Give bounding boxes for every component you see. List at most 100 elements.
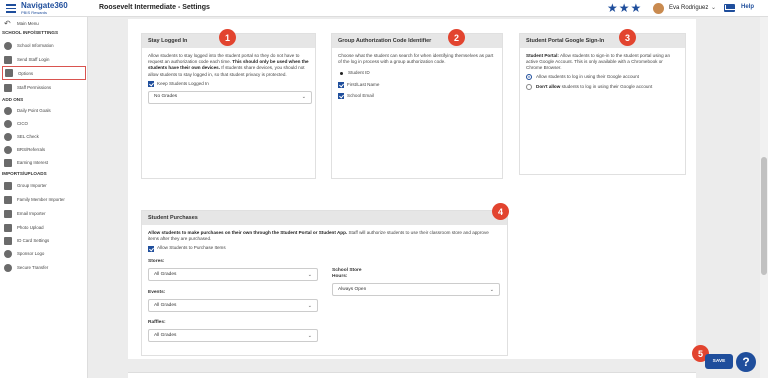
stores-select[interactable]: All Grades ⌄ xyxy=(148,268,318,282)
allow-purchase-checkbox[interactable]: Allow Students to Purchase Items xyxy=(148,245,501,252)
page-title: Roosevelt Intermediate - Settings xyxy=(99,4,210,11)
option-student-id[interactable]: Student ID xyxy=(338,70,496,76)
sidebar-item-cico[interactable]: CICO xyxy=(0,118,88,129)
step-badge-3: 3 xyxy=(619,29,636,46)
chevron-down-icon[interactable]: ⌄ xyxy=(711,4,716,11)
sidebar-item-label: Earning Interest xyxy=(17,160,48,165)
option-school-email[interactable]: School Email xyxy=(338,93,496,99)
card-title: Student Portal Google Sign-In xyxy=(520,34,685,48)
checkbox-checked-icon[interactable] xyxy=(148,245,154,252)
footer-strip xyxy=(128,372,696,378)
scrollbar[interactable] xyxy=(760,17,768,378)
sidebar-item-label: Main Menu xyxy=(17,21,39,26)
checkbox-checked-icon[interactable] xyxy=(148,80,154,87)
user-name[interactable]: Eva Rodriguez xyxy=(669,5,708,11)
checkbox-checked-icon[interactable] xyxy=(338,92,344,99)
settings-content: Stay Logged In Allow students to stay lo… xyxy=(128,19,696,359)
email-icon xyxy=(4,209,12,218)
transfer-icon xyxy=(4,263,12,272)
checkbox-label: Keep Students Logged In xyxy=(157,80,209,86)
sidebar-item-sponsor-logo[interactable]: Sponsor Logo xyxy=(0,248,88,259)
sidebar-item-label: School Information xyxy=(17,43,54,48)
store-hours-group: School Store Hours: Always Open ⌄ xyxy=(332,268,500,297)
option-label: Student ID xyxy=(348,70,370,76)
chevron-down-icon: ⌄ xyxy=(307,302,312,309)
select-value: All Grades xyxy=(154,302,177,308)
sidebar-item-label: Family Member Importer xyxy=(17,197,65,202)
family-icon xyxy=(4,195,12,204)
sidebar-item-label: Email Importer xyxy=(17,211,46,216)
mail-icon[interactable] xyxy=(724,4,735,12)
radio-label: Allow students to log in using their Goo… xyxy=(536,73,639,79)
keep-logged-in-checkbox[interactable]: Keep Students Logged In xyxy=(148,81,309,87)
key-icon xyxy=(4,83,12,92)
sidebar-item-label: Options xyxy=(18,70,34,76)
sidebar-item-id-card-settings[interactable]: ID Card Settings xyxy=(0,235,88,246)
option-first-last-name[interactable]: First/Last Name xyxy=(338,82,496,88)
grades-select[interactable]: No Grades ⌄ xyxy=(148,91,312,105)
sidebar-item-family-member-importer[interactable]: Family Member Importer xyxy=(0,194,88,205)
step-badge-4: 4 xyxy=(492,203,509,220)
radio-selected-icon[interactable] xyxy=(526,73,532,80)
card-description: Student Portal: Allow students to sign-i… xyxy=(526,53,679,72)
sidebar-item-sel-check[interactable]: SEL Check xyxy=(0,131,88,142)
sidebar-item-label: Secure Transfer xyxy=(17,265,49,270)
sidebar-item-label: SEL Check xyxy=(17,134,39,139)
record-icon xyxy=(4,145,12,154)
sidebar-item-staff-permissions[interactable]: Staff Permissions xyxy=(0,82,88,93)
sidebar-item-group-importer[interactable]: Group Importer xyxy=(0,180,88,191)
store-hours-select[interactable]: Always Open ⌄ xyxy=(332,283,500,297)
group-icon xyxy=(4,181,12,190)
check-circle-icon xyxy=(4,119,12,128)
sidebar-item-email-importer[interactable]: Email Importer xyxy=(0,208,88,219)
help-link[interactable]: Help xyxy=(741,4,754,10)
brand-name: Navigate360 xyxy=(21,1,68,10)
sidebar-item-options[interactable]: Options xyxy=(2,66,86,80)
photo-icon xyxy=(4,223,12,232)
sidebar-item-label: CICO xyxy=(17,121,28,126)
scrollbar-thumb[interactable] xyxy=(761,157,767,275)
events-select[interactable]: All Grades ⌄ xyxy=(148,299,318,313)
avatar[interactable] xyxy=(653,3,664,14)
raffles-select[interactable]: All Grades ⌄ xyxy=(148,329,318,343)
store-hours-label: Hours: xyxy=(332,274,348,280)
raffles-label: Raffles: xyxy=(148,320,166,325)
top-bar: Navigate360 PBIS Rewards Roosevelt Inter… xyxy=(0,0,768,17)
help-icon[interactable]: ? xyxy=(736,352,756,372)
chevron-down-icon: ⌄ xyxy=(489,286,494,293)
sidebar-item-photo-upload[interactable]: Photo Upload xyxy=(0,222,88,233)
sidebar-item-label: BRS/Referrals xyxy=(17,147,46,152)
step-badge-1: 1 xyxy=(219,29,236,46)
radio-unselected-icon[interactable] xyxy=(526,83,532,90)
sidebar-item-secure-transfer[interactable]: Secure Transfer xyxy=(0,262,88,273)
sidebar-item-main-menu[interactable]: ↶ Main Menu xyxy=(0,18,88,29)
info-icon xyxy=(4,41,12,50)
card-title: Student Purchases xyxy=(142,211,507,225)
card-description: Allow students to make purchases on thei… xyxy=(148,230,501,242)
sidebar-item-daily-point-goals[interactable]: Daily Point Goals xyxy=(0,105,88,116)
radio-label-bold: Don't allow xyxy=(536,83,561,89)
description-bold: Student Portal: xyxy=(526,53,559,58)
card-title: Group Authorization Code Identifier xyxy=(332,34,502,48)
save-button[interactable]: SAVE xyxy=(705,354,733,369)
radio-allow-google[interactable]: Allow students to log in using their Goo… xyxy=(526,74,679,80)
sidebar-item-school-information[interactable]: School Information xyxy=(0,40,88,51)
star-rating-icon[interactable]: ★★★ xyxy=(607,2,642,14)
sidebar-item-label: ID Card Settings xyxy=(17,238,50,243)
checkbox-checked-icon[interactable] xyxy=(338,81,344,88)
sidebar-item-brs-referrals[interactable]: BRS/Referrals xyxy=(0,144,88,155)
group-auth-card: Group Authorization Code Identifier Choo… xyxy=(331,33,503,179)
sidebar-section-imports: IMPORTS/UPLOADS xyxy=(2,171,47,176)
radio-deny-google[interactable]: Don't allow students to log in using the… xyxy=(526,84,679,90)
checkbox-icon xyxy=(5,69,13,77)
card-description: Allow students to stay logged into the s… xyxy=(148,53,309,78)
sidebar-item-send-staff-login[interactable]: Send Staff Login xyxy=(0,54,88,65)
hamburger-menu-icon[interactable] xyxy=(6,4,16,13)
brand-logo[interactable]: Navigate360 PBIS Rewards xyxy=(21,1,68,15)
option-label: First/Last Name xyxy=(347,81,380,87)
step-badge-2: 2 xyxy=(448,29,465,46)
sidebar-item-label: Daily Point Goals xyxy=(17,108,51,113)
sidebar-item-earning-interest[interactable]: Earning Interest xyxy=(0,157,88,168)
chevron-down-icon: ⌄ xyxy=(301,94,306,101)
select-value: All Grades xyxy=(154,271,177,277)
